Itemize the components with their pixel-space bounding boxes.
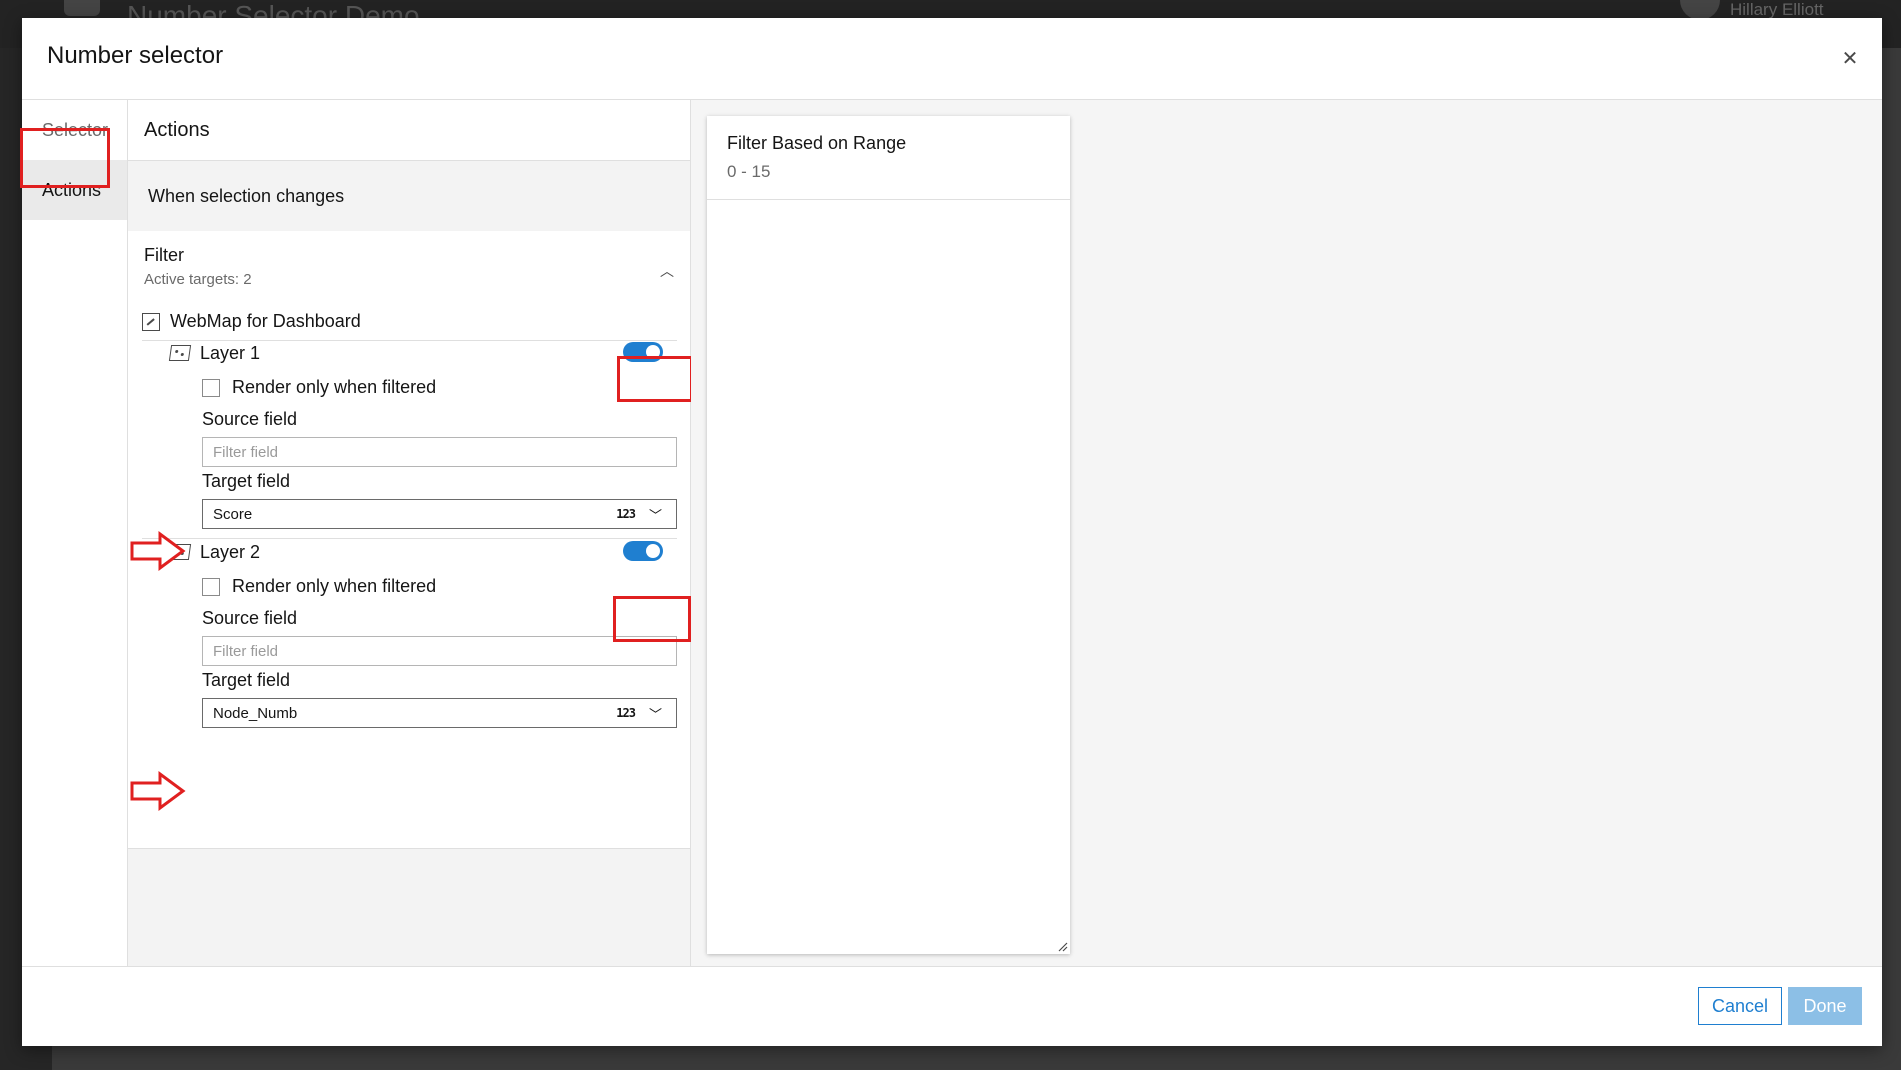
number-selector-modal: Number selector ✕ Selector Actions Actio… [20, 18, 1882, 1046]
background-logo-icon [64, 0, 100, 16]
render-filtered-label: Render only when filtered [232, 377, 437, 397]
toggle-knob [646, 345, 660, 359]
preview-card-header: Filter Based on Range 0 - 15 [707, 116, 1070, 200]
webmap-label: WebMap for Dashboard [170, 311, 361, 331]
resize-grip-icon[interactable] [1058, 942, 1068, 952]
settings-nav: Selector Actions [22, 100, 128, 966]
number-type-icon: 123 [616, 706, 636, 720]
layer-1-target-field-select[interactable]: Score 123 ﹀ [202, 499, 677, 529]
layer-2-label: Layer 2 [200, 541, 261, 562]
layer-2-source-field-input[interactable] [202, 636, 677, 666]
target-field-value: Node_Numb [213, 704, 298, 722]
target-field-value: Score [213, 505, 253, 523]
source-field-label: Source field [202, 608, 298, 628]
toggle-knob [646, 544, 660, 558]
preview-area: Filter Based on Range 0 - 15 [691, 100, 1882, 966]
chevron-down-icon: ﹀ [648, 507, 662, 523]
layer-2-target-field-select[interactable]: Node_Numb 123 ﹀ [202, 698, 677, 728]
collapse-chevron-up-icon[interactable]: ︿ [660, 261, 674, 281]
modal-title: Number selector [47, 42, 224, 69]
layer-2-toggle[interactable] [623, 541, 663, 561]
cancel-button[interactable]: Cancel [1698, 987, 1782, 1025]
close-icon[interactable]: ✕ [1836, 44, 1864, 72]
feature-layer-icon [168, 345, 192, 361]
source-field-label: Source field [202, 409, 298, 429]
nav-item-label: Actions [42, 179, 102, 200]
layer-2-target: Layer 2 Render only when filtered Source… [142, 538, 677, 728]
webmap-icon [142, 312, 160, 331]
background-user-name: Hillary Elliott [1730, 0, 1824, 19]
actions-config-panel: Actions When selection changes Filter Ac… [128, 100, 691, 966]
chevron-down-icon: ﹀ [648, 706, 662, 722]
nav-item-actions[interactable]: Actions [22, 160, 127, 220]
checkbox-box [202, 577, 220, 596]
config-header: Actions [128, 100, 690, 161]
layer-1-header: Layer 1 [168, 339, 261, 367]
layer-1-source-field-input[interactable] [202, 437, 677, 467]
webmap-row: WebMap for Dashboard [142, 303, 677, 341]
done-button[interactable]: Done [1788, 987, 1862, 1025]
trigger-label: When selection changes [148, 185, 345, 206]
checkbox-box [202, 378, 220, 397]
layer-1-target: Layer 1 Render only when filtered Source… [142, 339, 677, 529]
nav-item-label: Selector [42, 119, 109, 140]
modal-header: Number selector ✕ [22, 18, 1882, 100]
preview-card-title: Filter Based on Range [727, 133, 907, 153]
number-type-icon: 123 [616, 507, 636, 521]
annotation-arrow-right-icon [130, 771, 186, 811]
layer-1-toggle[interactable] [623, 342, 663, 362]
filter-title: Filter [144, 245, 184, 265]
annotation-arrow-right-icon [130, 531, 186, 571]
number-selector-preview-card: Filter Based on Range 0 - 15 [707, 116, 1070, 954]
layer-1-render-filtered-checkbox[interactable]: Render only when filtered [202, 377, 436, 398]
target-field-label: Target field [202, 670, 291, 690]
filter-section: Filter Active targets: 2 ︿ WebMap for Da… [128, 231, 690, 849]
modal-footer: Cancel Done [22, 966, 1882, 1046]
render-filtered-label: Render only when filtered [232, 576, 437, 596]
preview-card-range: 0 - 15 [727, 162, 771, 181]
layer-2-render-filtered-checkbox[interactable]: Render only when filtered [202, 576, 436, 597]
layer-1-label: Layer 1 [200, 342, 261, 363]
filter-active-targets: Active targets: 2 [144, 271, 252, 288]
target-field-label: Target field [202, 471, 291, 491]
nav-item-selector[interactable]: Selector [22, 100, 127, 160]
